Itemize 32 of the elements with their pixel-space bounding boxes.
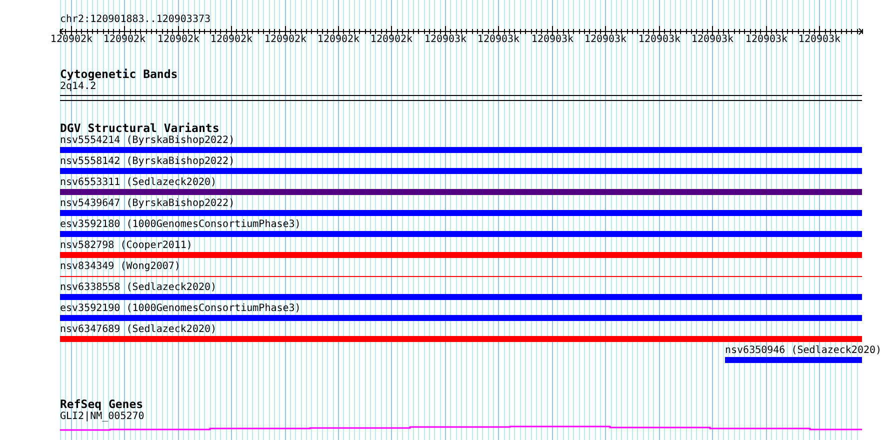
axis-label: 120902k (157, 34, 200, 46)
axis-label: 120903k (477, 34, 520, 46)
feature-label: nsv5554214 (ByrskaBishop2022) (60, 135, 235, 147)
track-title: RefSeq Genes (60, 398, 144, 410)
axis-label: 120902k (103, 34, 146, 46)
axis-label: 120903k (584, 34, 627, 46)
track-title: DGV Structural Variants (60, 122, 220, 134)
feature-label: esv3592180 (1000GenomesConsortiumPhase3) (60, 219, 301, 231)
feature-label: nsv834349 (Wong2007) (60, 261, 180, 273)
feature-label: nsv582798 (Cooper2011) (60, 240, 192, 252)
feature-label: esv3592190 (1000GenomesConsortiumPhase3) (60, 303, 301, 315)
feature-label: nsv6553311 (Sedlazeck2020) (60, 177, 217, 189)
feature-label: nsv5558142 (ByrskaBishop2022) (60, 156, 235, 168)
axis-label: 120902k (264, 34, 307, 46)
feature-label: 2q14.2 (60, 81, 96, 93)
feature-label: nsv6347689 (Sedlazeck2020) (60, 324, 217, 336)
feature-label: nsv6338558 (Sedlazeck2020) (60, 282, 217, 294)
axis-label: 120903k (638, 34, 681, 46)
axis-label: 120903k (691, 34, 734, 46)
axis-label: 120902k (50, 34, 93, 46)
feature-label: nsv6350946 (Sedlazeck2020) (725, 345, 882, 357)
feature-label: GLI2|NM_005270 (60, 411, 144, 423)
track-title: Cytogenetic Bands (60, 68, 178, 80)
axis-label: 120902k (370, 34, 413, 46)
axis-label: 120903k (531, 34, 574, 46)
axis-label: 120903k (798, 34, 841, 46)
axis-label: 120903k (745, 34, 788, 46)
axis-label: 120902k (210, 34, 253, 46)
genomic-location: chr2:120901883..120903373 (60, 14, 211, 26)
axis-label: 120903k (424, 34, 467, 46)
axis-label: 120902k (317, 34, 360, 46)
feature-label: nsv5439647 (ByrskaBishop2022) (60, 198, 235, 210)
